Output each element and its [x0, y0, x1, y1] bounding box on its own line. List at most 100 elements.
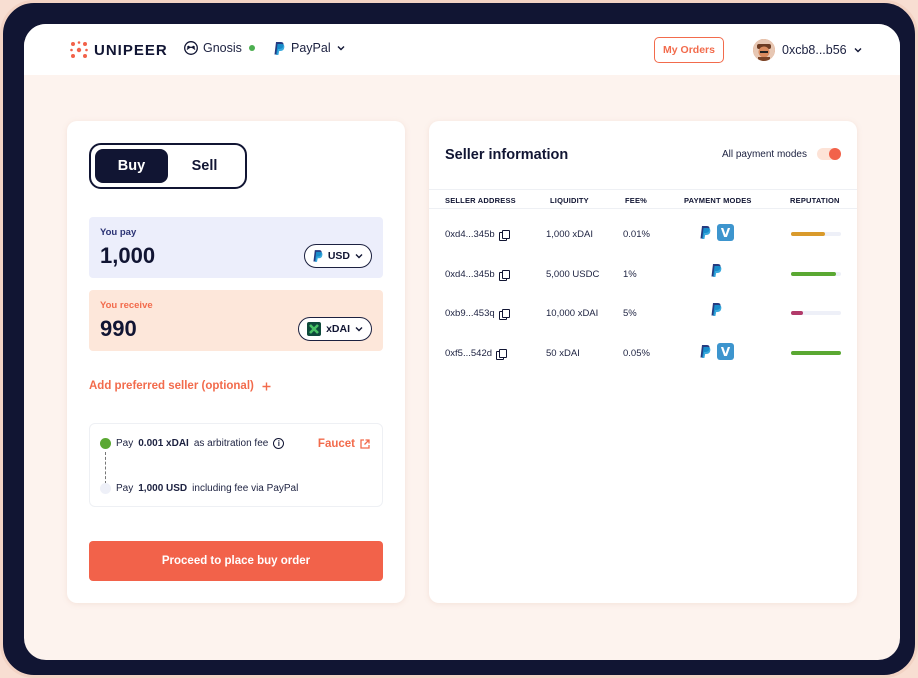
venmo-icon: V [717, 343, 734, 360]
liquidity-cell: 10,000 xDAI [546, 308, 599, 319]
network-status-dot [248, 45, 255, 51]
seller-address: 0xd4...345b [445, 229, 495, 240]
liquidity-cell: 5,000 USDC [546, 269, 600, 280]
reputation-bar [791, 351, 841, 355]
my-orders-button[interactable]: My Orders [654, 37, 724, 63]
receive-currency-label: xDAI [326, 323, 350, 335]
tab-buy[interactable]: Buy [95, 149, 168, 183]
brand-logo[interactable]: UNIPEER [70, 41, 168, 59]
payment-modes-cell [711, 264, 722, 277]
col-fee: FEE% [625, 196, 648, 205]
seller-address-cell: 0xd4...345b [445, 229, 510, 241]
liquidity-cell: 1,000 xDAI [546, 229, 593, 240]
you-receive-field: You receive 990 xDAI [89, 290, 383, 351]
seller-info-title: Seller information [445, 147, 569, 163]
top-nav: UNIPEER Gnosis PayPal My Orders 0xcb8...… [24, 24, 900, 75]
chevron-down-icon [337, 46, 345, 51]
copy-icon[interactable] [498, 269, 510, 281]
payment-modes-cell [711, 303, 722, 316]
step-arbitration-fee: Pay 0.001 xDAI as arbitration fee i [100, 438, 285, 449]
fee-cell: 5% [623, 308, 637, 319]
chevron-down-icon [854, 48, 862, 53]
network-selector[interactable]: Gnosis [184, 41, 255, 55]
table-row[interactable]: 0xd4...345b 5,000 USDC 1% [429, 259, 857, 289]
info-icon[interactable]: i [273, 438, 285, 449]
fee-cell: 0.01% [623, 229, 650, 240]
seller-address-cell: 0xd4...345b [445, 269, 510, 281]
paypal-icon [711, 303, 722, 316]
app-screen: UNIPEER Gnosis PayPal My Orders 0xcb8...… [24, 24, 900, 660]
copy-icon[interactable] [498, 308, 510, 320]
table-row[interactable]: 0xf5...542d 50 xDAI 0.05% V [429, 338, 857, 368]
seller-address: 0xf5...542d [445, 348, 493, 359]
step2-amount: 1,000 USD [138, 483, 188, 494]
you-pay-amount[interactable]: 1,000 [100, 243, 155, 269]
venmo-icon: V [717, 224, 734, 241]
payment-provider-selector[interactable]: PayPal [274, 41, 345, 55]
avatar [753, 39, 775, 61]
payment-provider-name: PayPal [291, 41, 331, 55]
pay-currency-select[interactable]: USD [303, 244, 372, 268]
step-pending-dot [100, 483, 111, 494]
seller-address: 0xd4...345b [445, 269, 495, 280]
account-address: 0xcb8...b56 [782, 43, 847, 57]
step2-prefix: Pay [116, 483, 134, 494]
reputation-fill [791, 351, 841, 355]
gnosis-icon [184, 41, 198, 55]
table-row[interactable]: 0xd4...345b 1,000 xDAI 0.01% V [429, 219, 857, 249]
paypal-icon [700, 226, 711, 239]
step1-amount: 0.001 xDAI [138, 438, 189, 449]
table-row[interactable]: 0xb9...453q 10,000 xDAI 5% [429, 298, 857, 328]
seller-address-cell: 0xf5...542d [445, 348, 508, 360]
all-payment-modes-label: All payment modes [721, 148, 807, 160]
step1-prefix: Pay [116, 438, 134, 449]
copy-icon[interactable] [498, 229, 510, 241]
account-menu[interactable]: 0xcb8...b56 [753, 39, 862, 61]
avatar-icon [753, 39, 775, 61]
chevron-down-icon [355, 327, 363, 332]
faucet-link[interactable]: Faucet [318, 438, 370, 450]
seller-info-card: Seller information All payment modes SEL… [429, 121, 857, 603]
network-name: Gnosis [203, 41, 242, 55]
col-reputation: REPUTATION [790, 196, 840, 205]
add-preferred-seller-link[interactable]: Add preferred seller (optional) [89, 380, 271, 392]
chevron-down-icon [355, 254, 363, 259]
external-link-icon [360, 439, 370, 449]
col-liquidity: LIQUIDITY [550, 196, 589, 205]
reputation-fill [791, 311, 803, 315]
you-receive-amount: 990 [100, 316, 137, 341]
pay-currency-label: USD [327, 250, 350, 262]
col-payment-modes: PAYMENT MODES [684, 196, 752, 205]
seller-address-cell: 0xb9...453q [445, 308, 510, 320]
col-seller-address: SELLER ADDRESS [445, 196, 516, 205]
paypal-icon [711, 264, 722, 277]
receive-currency-select[interactable]: xDAI [298, 317, 372, 341]
step-payment: Pay 1,000 USD including fee via PayPal [100, 483, 298, 494]
all-payment-modes-toggle[interactable] [817, 148, 841, 160]
all-payment-modes-filter[interactable]: All payment modes [722, 148, 841, 160]
copy-icon[interactable] [496, 348, 508, 360]
step-connector [105, 452, 106, 484]
step-active-dot [100, 438, 111, 449]
trade-card: Buy Sell You pay 1,000 USD You receive 9… [67, 121, 405, 603]
payment-modes-cell: V [700, 343, 734, 360]
add-preferred-seller-label: Add preferred seller (optional) [89, 380, 254, 392]
reputation-fill [791, 272, 836, 276]
fee-cell: 1% [623, 269, 637, 280]
payment-modes-cell: V [700, 224, 734, 241]
tab-sell[interactable]: Sell [168, 149, 241, 183]
step1-suffix: as arbitration fee [193, 438, 269, 449]
proceed-buy-order-button[interactable]: Proceed to place buy order [89, 541, 383, 581]
toggle-knob [829, 148, 841, 160]
seller-address: 0xb9...453q [445, 308, 495, 319]
buy-sell-toggle: Buy Sell [89, 143, 247, 189]
step2-suffix: including fee via PayPal [192, 483, 299, 494]
brand-name: UNIPEER [94, 41, 168, 59]
paypal-icon [274, 41, 285, 55]
reputation-bar [791, 272, 841, 276]
you-pay-label: You pay [100, 227, 137, 238]
paypal-icon [313, 250, 323, 262]
seller-table-header: SELLER ADDRESS LIQUIDITY FEE% PAYMENT MO… [429, 189, 857, 209]
unipeer-logo-icon [70, 41, 88, 58]
fee-cell: 0.05% [623, 348, 650, 359]
